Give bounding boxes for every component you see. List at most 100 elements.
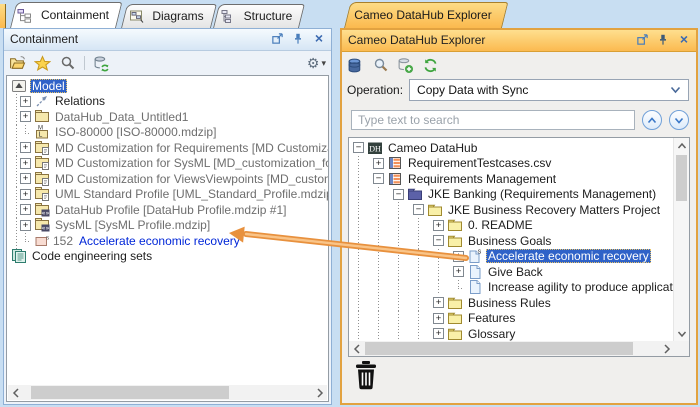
tree-row[interactable]: − DH Cameo DataHub <box>353 140 674 156</box>
tree-label[interactable]: JKE Banking (Requirements Management) <box>426 187 658 201</box>
tree-label[interactable]: DataHub Profile [DataHub Profile.mdzip #… <box>53 203 288 217</box>
tree-label[interactable]: RequirementTestcases.csv <box>406 156 553 170</box>
tree-row[interactable]: + UML Standard Profile [UML_Standard_Prof… <box>11 186 328 202</box>
tree-row[interactable]: − JKE Banking (Requirements Management) <box>353 186 674 202</box>
tree-label[interactable]: Cameo DataHub <box>386 141 479 155</box>
horizontal-scrollbar[interactable] <box>8 385 327 400</box>
horizontal-scrollbar[interactable] <box>349 341 674 356</box>
collapse-toggle[interactable]: − <box>353 142 364 154</box>
scroll-left-icon[interactable] <box>8 385 23 400</box>
search-icon[interactable] <box>59 55 76 72</box>
tree-row[interactable]: + RequirementTestcases.csv <box>353 155 674 171</box>
tree-row[interactable]: + Relations <box>11 93 328 109</box>
tree-row[interactable]: Code engineering sets <box>11 249 328 265</box>
tab-structure[interactable]: Structure <box>213 4 299 28</box>
tree-label[interactable]: UML Standard Profile [UML_Standard_Profi… <box>53 187 328 201</box>
tree-row[interactable]: + MD Customization for ViewsViewpoints [M… <box>11 171 328 187</box>
tree-row[interactable]: + DataHub_Data_Untitled1 <box>11 109 328 125</box>
scroll-up-icon[interactable] <box>674 138 689 153</box>
scroll-down-icon[interactable] <box>674 326 689 341</box>
tree-row[interactable]: − Business Goals <box>353 233 674 249</box>
tree-row[interactable]: − JKE Business Recovery Matters Project <box>353 202 674 218</box>
scrollbar-thumb[interactable] <box>676 155 687 201</box>
scrollbar-thumb[interactable] <box>365 342 633 355</box>
favorites-star-icon[interactable] <box>34 54 51 72</box>
tree-row[interactable]: + MD Customization for Requirements [MD C… <box>11 140 328 156</box>
tree-label[interactable]: Glossary <box>466 327 517 341</box>
tree-row[interactable]: Increase agility to produce applications… <box>353 279 674 295</box>
expand-toggle[interactable]: + <box>20 111 31 123</box>
collapse-toggle[interactable]: − <box>373 173 384 185</box>
tree-row[interactable]: + s Accelerate economic recovery <box>353 248 674 264</box>
expand-toggle[interactable]: + <box>453 250 464 262</box>
tab-containment[interactable]: Containment <box>10 2 116 28</box>
expand-toggle[interactable]: + <box>433 219 444 231</box>
tree-row[interactable]: s 152 Accelerate economic recovery <box>11 233 328 249</box>
scroll-left-icon[interactable] <box>349 341 364 356</box>
close-icon[interactable]: × <box>312 31 326 45</box>
search-next-button[interactable] <box>669 110 689 130</box>
scroll-right-icon[interactable] <box>312 385 327 400</box>
tree-label[interactable]: Business Goals <box>466 234 553 248</box>
expand-toggle[interactable]: + <box>20 95 31 107</box>
expand-toggle[interactable]: + <box>20 142 31 154</box>
open-diagram-icon[interactable] <box>9 55 26 72</box>
expand-toggle[interactable]: + <box>20 157 31 169</box>
expand-toggle[interactable]: + <box>453 266 464 278</box>
tree-row[interactable]: + Business Rules <box>353 295 674 311</box>
expand-toggle[interactable]: + <box>20 219 31 231</box>
expand-toggle[interactable]: + <box>20 173 31 185</box>
expand-toggle[interactable]: + <box>20 204 31 216</box>
tree-label[interactable]: ISO-80000 [ISO-80000.mdzip] <box>53 125 218 139</box>
tree-label[interactable]: Business Rules <box>466 296 553 310</box>
expand-toggle[interactable]: + <box>433 328 444 340</box>
tree-row[interactable]: Model <box>11 78 328 94</box>
datahub-sync-icon[interactable] <box>93 55 110 72</box>
search-input[interactable] <box>351 110 635 130</box>
collapse-toggle[interactable]: − <box>433 235 444 247</box>
tree-row[interactable]: +0. README <box>353 217 674 233</box>
panel-options-button[interactable]: ⚙ ▾ <box>307 56 326 70</box>
tree-label[interactable]: MD Customization for Requirements [MD Cu… <box>53 141 328 155</box>
pin-icon[interactable] <box>656 32 670 46</box>
pin-icon[interactable] <box>291 31 305 45</box>
float-window-icon[interactable] <box>270 31 284 45</box>
expand-toggle[interactable]: + <box>373 157 384 169</box>
tree-label[interactable]: Accelerate economic recovery <box>486 249 651 264</box>
tree-label[interactable]: Code engineering sets <box>30 249 154 263</box>
trash-button[interactable] <box>352 359 380 391</box>
scroll-right-icon[interactable] <box>659 341 674 356</box>
tree-label[interactable]: MD Customization for ViewsViewpoints [MD… <box>53 172 328 186</box>
tree-row[interactable]: + Give Back <box>353 264 674 280</box>
tree-row[interactable]: − Requirements Management <box>353 171 674 187</box>
add-data-source-icon[interactable] <box>397 57 414 74</box>
data-source-icon[interactable] <box>347 57 364 74</box>
tree-label[interactable]: MD Customization for SysML [MD_customiza… <box>53 156 328 170</box>
collapse-toggle[interactable]: − <box>393 188 404 200</box>
tree-row[interactable]: + «» SysML [SysML Profile.mdzip] <box>11 217 328 233</box>
close-icon[interactable]: × <box>677 32 691 46</box>
tree-row[interactable]: + Features <box>353 310 674 326</box>
tree-label[interactable]: DataHub_Data_Untitled1 <box>53 110 190 124</box>
tree-label[interactable]: 0. README <box>466 218 535 232</box>
tree-row[interactable]: + «» DataHub Profile [DataHub Profile.mdzi… <box>11 202 328 218</box>
tree-label[interactable]: Relations <box>53 94 107 108</box>
expand-toggle[interactable]: + <box>433 312 444 324</box>
tab-diagrams[interactable]: Diagrams <box>121 4 211 28</box>
tree-label[interactable]: SysML [SysML Profile.mdzip] <box>53 218 212 232</box>
tree-row[interactable]: + Glossary <box>353 326 674 341</box>
refresh-icon[interactable] <box>422 57 439 74</box>
tree-row[interactable]: + MD Customization for SysML [MD_customiz… <box>11 155 328 171</box>
scrollbar-thumb[interactable] <box>31 386 229 399</box>
search-previous-button[interactable] <box>642 110 662 130</box>
expand-toggle[interactable]: + <box>433 297 444 309</box>
tree-label[interactable]: Accelerate economic recovery <box>77 234 242 248</box>
operation-select[interactable]: Copy Data with Sync <box>409 79 689 101</box>
vertical-scrollbar[interactable] <box>673 138 689 341</box>
tree-label[interactable]: Requirements Management <box>406 172 558 186</box>
tree-label[interactable]: Give Back <box>486 265 545 279</box>
expand-toggle[interactable]: + <box>20 188 31 200</box>
tree-label[interactable]: JKE Business Recovery Matters Project <box>446 203 662 217</box>
tree-label[interactable]: Features <box>466 311 517 325</box>
tree-label[interactable]: Increase agility to produce applications… <box>486 280 674 294</box>
